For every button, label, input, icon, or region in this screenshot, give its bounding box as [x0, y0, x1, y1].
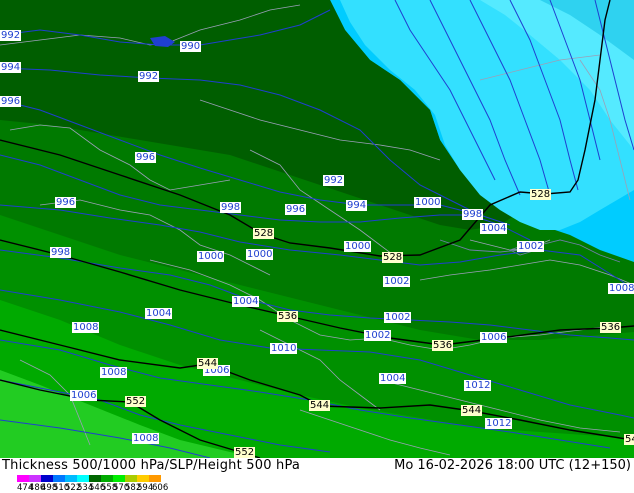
isobar-label: 998	[462, 209, 484, 220]
legend-swatch	[77, 475, 89, 482]
legend-swatch	[29, 475, 41, 482]
legend-swatch	[149, 475, 161, 482]
isobar-label: 1002	[517, 241, 545, 252]
thickness-label: 528	[253, 228, 275, 239]
legend-swatch	[41, 475, 53, 482]
legend-swatch	[53, 475, 65, 482]
thickness-label: 536	[432, 340, 454, 351]
legend-swatch	[89, 475, 101, 482]
isobar-label: 998	[50, 247, 72, 258]
thickness-label: 544	[309, 400, 331, 411]
isobar-label: 994	[0, 62, 22, 73]
thickness-label: 536	[277, 311, 299, 322]
thickness-label: 552	[234, 447, 256, 458]
legend-swatch	[101, 475, 113, 482]
isobar-label: 992	[323, 175, 345, 186]
legend-swatch	[65, 475, 77, 482]
legend-label: 594	[137, 483, 154, 493]
isobar-label: 1004	[480, 223, 508, 234]
isobar-label: 1002	[384, 312, 412, 323]
isobar-label: 1006	[70, 390, 98, 401]
isobar-label: 1012	[464, 380, 492, 391]
color-legend: 474 486 498 510 522 534 546 558 570 582 594 606	[17, 475, 168, 493]
isobar-label: 1008	[100, 367, 128, 378]
thickness-label: 528	[530, 189, 552, 200]
isobar-label: 1000	[197, 251, 225, 262]
thickness-label: 536	[600, 322, 622, 333]
isobar-label: 994	[346, 200, 368, 211]
isobar-label: 1004	[379, 373, 407, 384]
map-view[interactable]: 992 990 994 992 996 996 992 994 996 998 1000 998 996…	[0, 0, 634, 459]
map-title: Thickness 500/1000 hPa/SLP/Height 500 hP…	[2, 458, 301, 473]
legend-label: 606	[152, 483, 169, 493]
legend-color-bar	[17, 475, 161, 482]
isobar-label: 1004	[145, 308, 173, 319]
isobar-label: 1008	[608, 283, 634, 294]
isobar-label: 996	[285, 204, 307, 215]
legend-swatch	[125, 475, 137, 482]
isobar-label: 1000	[246, 249, 274, 260]
isobar-label: 1012	[485, 418, 513, 429]
legend-swatch	[17, 475, 29, 482]
isobar-label: 1006	[480, 332, 508, 343]
isobar-label: 1010	[270, 343, 298, 354]
isobar-label: 996	[0, 96, 22, 107]
valid-time: Mo 16-02-2026 18:00 UTC (12+150)	[394, 458, 631, 473]
isobar-label: 1002	[383, 276, 411, 287]
thickness-label: 54	[624, 434, 634, 445]
thickness-label: 544	[461, 405, 483, 416]
footer: Thickness 500/1000 hPa/SLP/Height 500 hP…	[0, 458, 634, 493]
isobar-label: 1008	[132, 433, 160, 444]
isobar-label: 992	[0, 30, 22, 41]
isobar-label: 1008	[72, 322, 100, 333]
legend-swatch	[113, 475, 125, 482]
isobar-label: 1000	[344, 241, 372, 252]
isobar-label: 996	[135, 152, 157, 163]
isobar-label: 996	[55, 197, 77, 208]
isobar-label: 992	[138, 71, 160, 82]
thickness-label: 544	[197, 358, 219, 369]
isobar-label: 990	[180, 41, 202, 52]
isobar-label: 998	[220, 202, 242, 213]
isobar-label: 1000	[414, 197, 442, 208]
isobar-label: 1004	[232, 296, 260, 307]
thickness-label: 552	[125, 396, 147, 407]
legend-swatch	[137, 475, 149, 482]
isobar-label: 1002	[364, 330, 392, 341]
thickness-label: 528	[382, 252, 404, 263]
